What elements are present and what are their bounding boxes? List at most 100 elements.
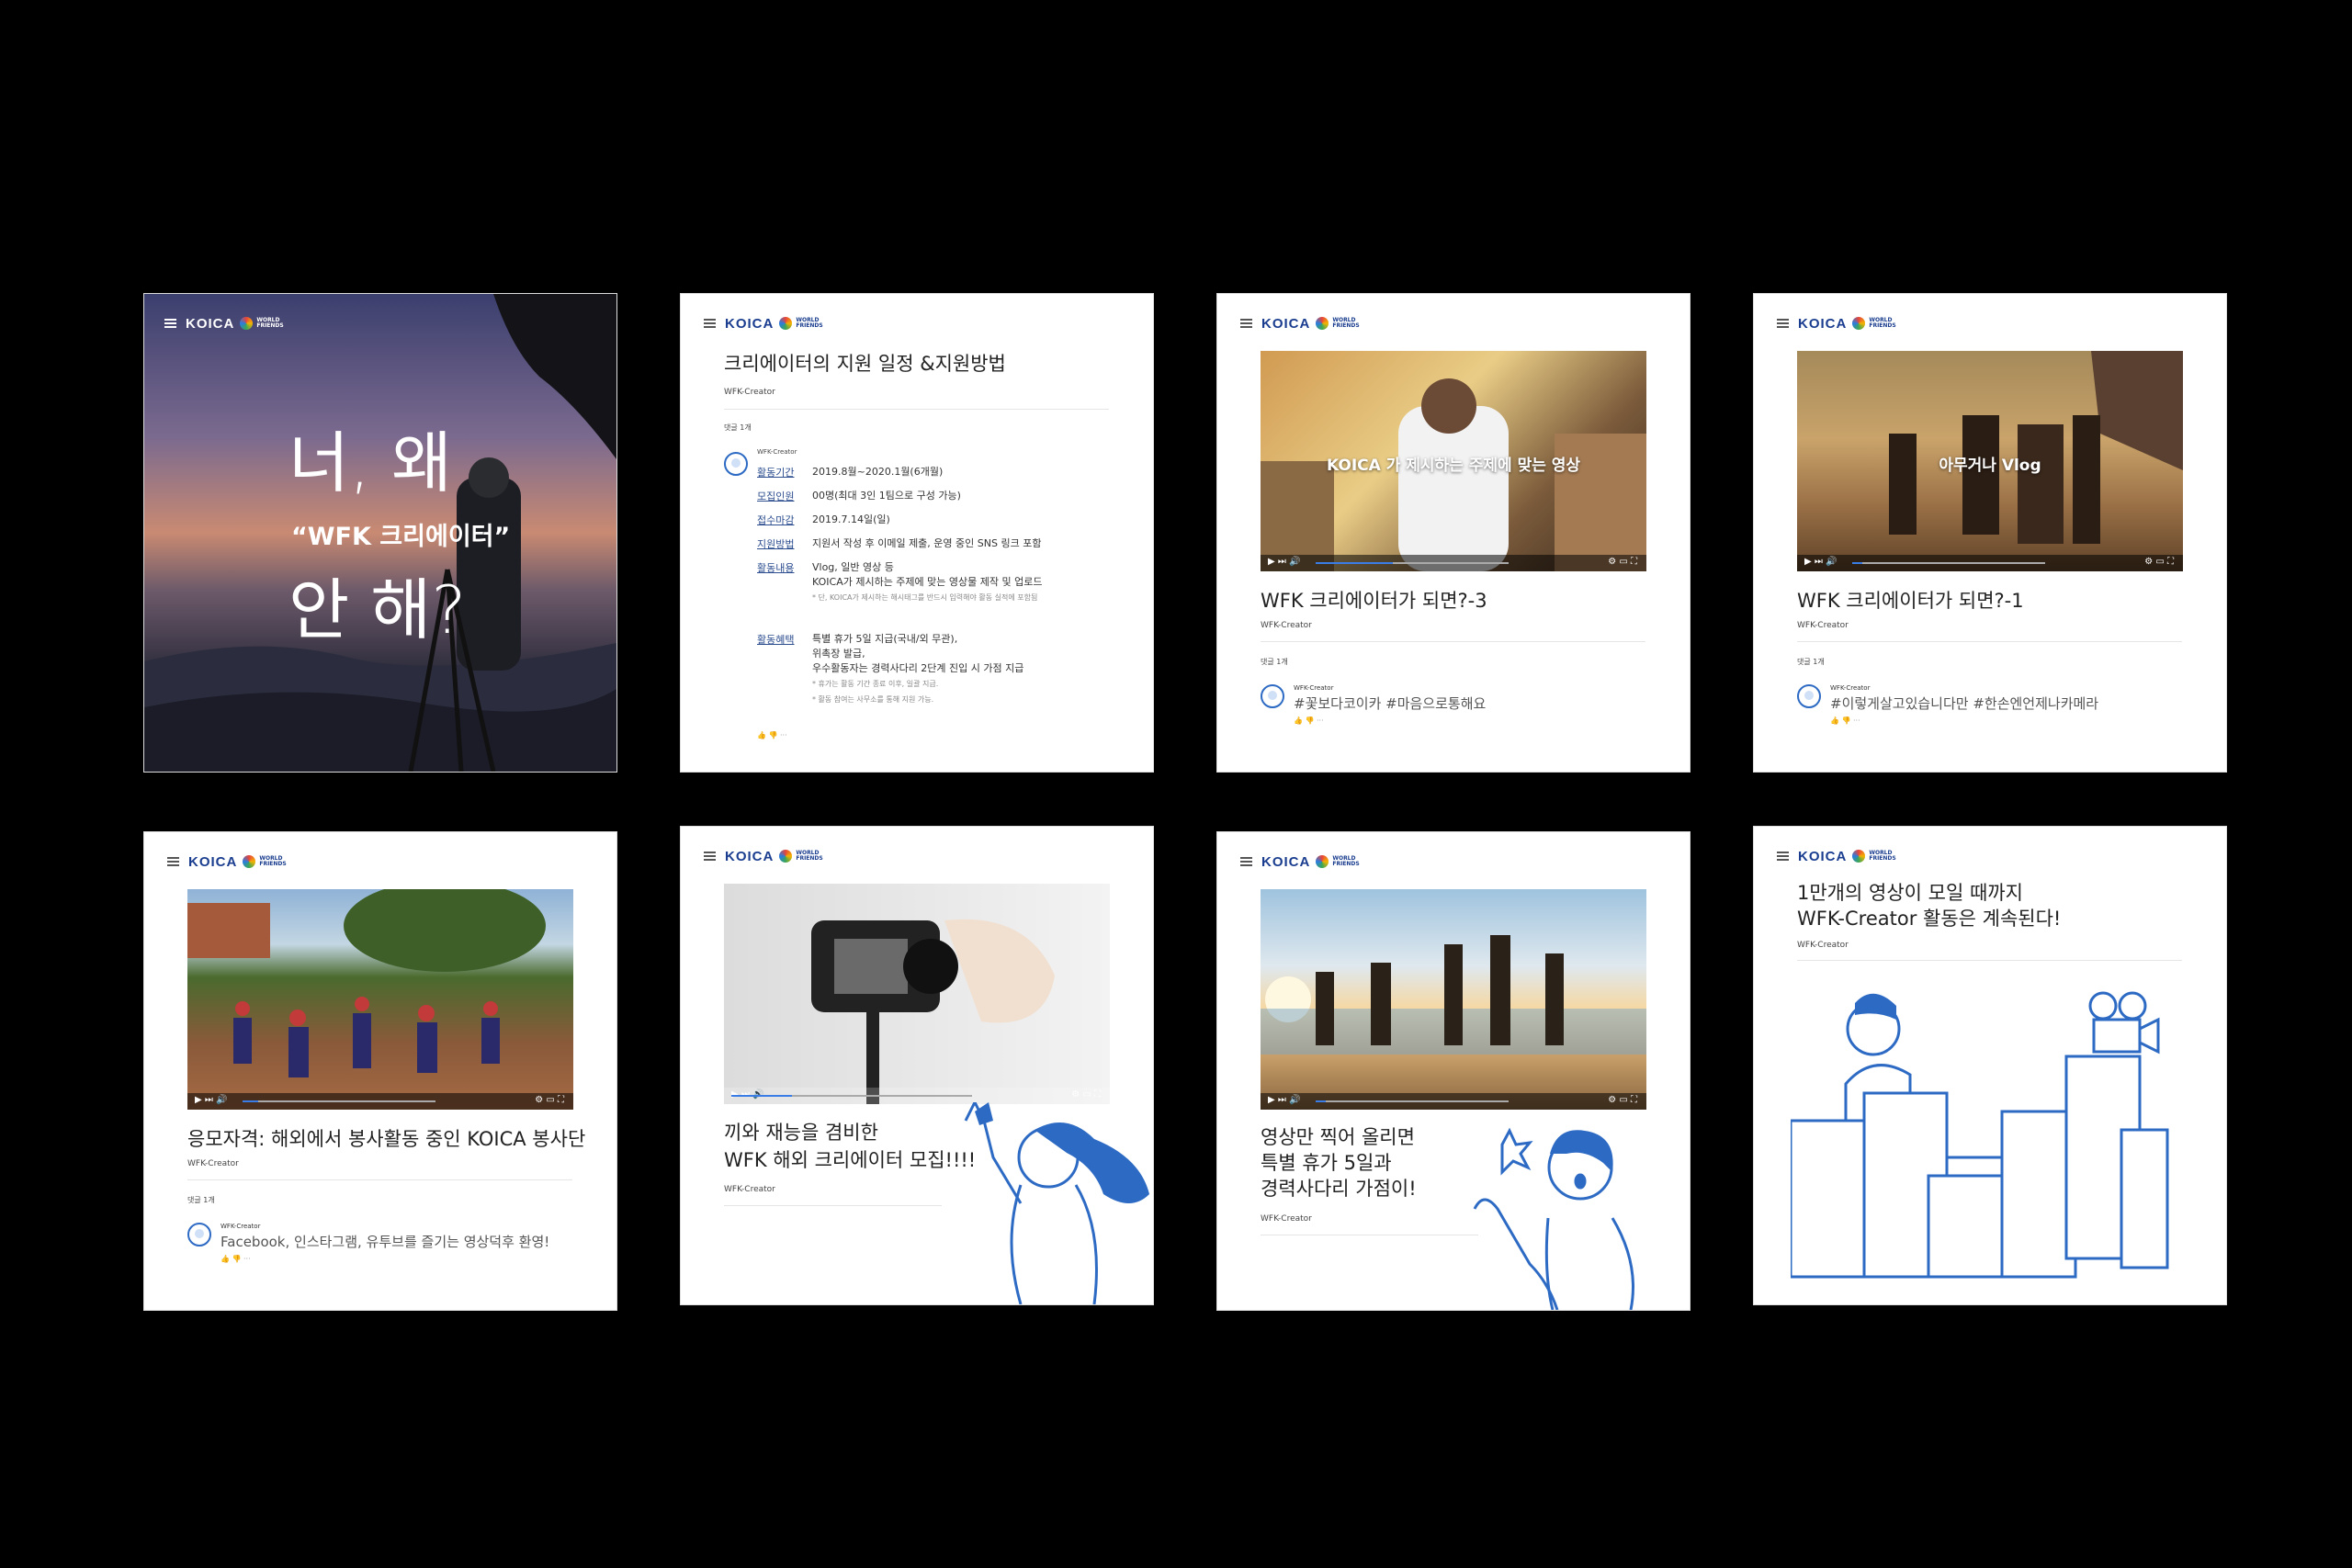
menu-icon[interactable] <box>704 852 716 861</box>
topbar: KOICA WORLD FRIENDS <box>704 847 823 865</box>
menu-icon[interactable] <box>1240 857 1252 866</box>
card-schedule: KOICA WORLD FRIENDS 크리에이터의 지원 일정 &지원방법 WFK… <box>681 294 1153 772</box>
koica-logo: KOICA WORLD FRIENDS <box>1261 315 1360 332</box>
video-overlay-text: KOICA 가 제시하는 주제에 맞는 영상 <box>1326 457 1581 475</box>
divider <box>1797 641 2182 642</box>
surprised-woman-illustration <box>1473 1127 1634 1310</box>
fullscreen-icon[interactable]: ⚙ ▭ ⛶ <box>535 1095 564 1105</box>
commenter-name: WFK-Creator <box>757 448 797 456</box>
boxes-camera-illustration <box>1791 991 2169 1279</box>
menu-icon[interactable] <box>164 319 176 328</box>
avatar <box>1261 684 1284 708</box>
comment: WFK-Creator #꽃보다코이카 #마음으로통해요 👍 👎 ··· <box>1261 684 1486 725</box>
hero-line2: “WFK 크리에이터” <box>291 523 511 551</box>
avatar <box>724 452 748 476</box>
info-row: 활동혜택 특별 휴가 5일 지급(국내/외 무관), 위촉장 발급, 우수활동자는 경… <box>757 633 1024 704</box>
card-video-1: KOICA WORLD FRIENDS 아무거나 Vlog ▶ ⏭ 🔊 ⚙ ▭ ⛶ W… <box>1754 294 2226 772</box>
menu-icon[interactable] <box>167 857 179 866</box>
koica-logo: KOICA WORLD FRIENDS <box>1798 848 1896 864</box>
menu-icon[interactable] <box>704 319 716 328</box>
menu-icon[interactable] <box>1240 319 1252 328</box>
topbar: KOICA WORLD FRIENDS <box>167 852 287 871</box>
play-icon[interactable]: ▶ ⏭ 🔊 <box>1268 557 1301 567</box>
divider <box>1261 641 1645 642</box>
video-frame <box>187 889 546 1077</box>
menu-icon[interactable] <box>1777 319 1789 328</box>
topbar: KOICA WORLD FRIENDS <box>1240 852 1360 871</box>
koica-logo: KOICA WORLD FRIENDS <box>725 315 823 332</box>
koica-logo: KOICA WORLD FRIENDS <box>186 315 284 332</box>
card-recruit: KOICAWORLDFRIENDS ▶ ⏭ 🔊⚙ ▭ ⛶ 끼와 재능을 겸비한W… <box>681 827 1153 1304</box>
video-controls[interactable]: ▶ ⏭ 🔊 ⚙ ▭ ⛶ <box>187 1093 573 1110</box>
video-controls[interactable]: ▶ ⏭ 🔊 ⚙ ▭ ⛶ <box>1261 555 1646 571</box>
video-player[interactable]: ▶ ⏭ 🔊⚙ ▭ ⛶ <box>724 884 1110 1104</box>
post-author: WFK-Creator <box>724 388 775 397</box>
hero-topbar: KOICA WORLD FRIENDS <box>164 314 284 333</box>
post-author: WFK-Creator <box>1261 1214 1312 1224</box>
video-frame <box>1261 935 1646 1055</box>
topbar: KOICA WORLD FRIENDS <box>704 314 823 333</box>
video-player[interactable]: 아무거나 Vlog ▶ ⏭ 🔊 ⚙ ▭ ⛶ <box>1797 351 2183 571</box>
divider <box>724 1205 942 1206</box>
like-buttons[interactable]: 👍 👎 ··· <box>220 1255 549 1263</box>
like-buttons[interactable]: 👍 👎 ··· <box>1830 716 2098 725</box>
info-row: 모집인원 00명(최대 3인 1팀으로 구성 가능) <box>757 490 961 502</box>
koica-logo: KOICA WORLD FRIENDS <box>1798 315 1896 332</box>
video-overlay-text: 아무거나 Vlog <box>1939 457 2041 475</box>
hero-line1: 너, 왜 <box>288 424 453 502</box>
video-controls[interactable]: ▶ ⏭ 🔊 ⚙ ▭ ⛶ <box>1797 555 2183 571</box>
post-author: WFK-Creator <box>1261 621 1312 630</box>
avatar <box>1797 684 1821 708</box>
post-title: WFK 크리에이터가 되면?-3 <box>1261 590 1487 612</box>
comment: WFK-Creator Facebook, 인스타그램, 유투브를 즐기는 영상덕… <box>187 1223 549 1263</box>
fullscreen-icon[interactable]: ⚙ ▭ ⛶ <box>1071 1089 1101 1100</box>
play-icon[interactable]: ▶ ⏭ 🔊 <box>1804 557 1838 567</box>
divider <box>1797 960 2182 961</box>
koica-logo: KOICA WORLD FRIENDS <box>188 853 287 870</box>
card-video-3: KOICA WORLD FRIENDS KOICA 가 제시하는 주제에 맞는 영상… <box>1217 294 1690 772</box>
video-frame <box>811 919 1055 1104</box>
comment: WFK-Creator #이렇게살고있습니다만 #한손엔언제나카메라 👍 👎 ··· <box>1797 684 2098 725</box>
comment-count: 댓글 1개 <box>187 1196 215 1204</box>
divider <box>724 409 1109 410</box>
info-row: 활동기간 2019.8월~2020.1월(6개월) <box>757 466 944 479</box>
topbar: KOICA WORLD FRIENDS <box>1777 847 1896 865</box>
info-row: 활동내용 Vlog, 일반 영상 등 KOICA가 제시하는 주제에 맞는 영상물 … <box>757 561 1043 602</box>
koica-logo: KOICA WORLD FRIENDS <box>725 848 823 864</box>
post-title: 응모자격: 해외에서 봉사활동 중인 KOICA 봉사단 <box>187 1128 586 1150</box>
fullscreen-icon[interactable]: ⚙ ▭ ⛶ <box>2144 557 2174 567</box>
post-title: 크리에이터의 지원 일정 &지원방법 <box>724 353 1006 375</box>
like-buttons[interactable]: 👍 👎 ··· <box>1294 716 1486 725</box>
comment-count: 댓글 1개 <box>724 423 752 432</box>
avatar <box>187 1223 211 1247</box>
fullscreen-icon[interactable]: ⚙ ▭ ⛶ <box>1608 1095 1637 1105</box>
koica-logo: KOICA WORLD FRIENDS <box>1261 853 1360 870</box>
fullscreen-icon[interactable]: ⚙ ▭ ⛶ <box>1608 557 1637 567</box>
cheering-woman-illustration <box>964 1102 1149 1304</box>
info-row: 지원방법 지원서 작성 후 이메일 제출, 운영 중인 SNS 링크 포함 <box>757 537 1042 550</box>
video-player[interactable]: ▶ ⏭ 🔊 ⚙ ▭ ⛶ <box>1261 889 1646 1110</box>
post-author: WFK-Creator <box>724 1185 775 1194</box>
hero-line3: 안 해? <box>288 571 467 649</box>
divider <box>187 1179 572 1180</box>
card-benefits: KOICA WORLD FRIENDS ▶ ⏭ 🔊 ⚙ ▭ ⛶ 영상만 찍어 올리면 특… <box>1217 832 1690 1310</box>
comment-count: 댓글 1개 <box>1261 658 1288 666</box>
card-continue: KOICA WORLD FRIENDS 1만개의 영상이 모일 때까지 WFK-Cre… <box>1754 827 2226 1304</box>
card-eligibility: KOICA WORLD FRIENDS ▶ ⏭ 🔊 ⚙ ▭ ⛶ 응모자격: 해외에서 … <box>144 832 616 1310</box>
video-player[interactable]: KOICA 가 제시하는 주제에 맞는 영상 ▶ ⏭ 🔊 ⚙ ▭ ⛶ <box>1261 351 1646 571</box>
post-title: 끼와 재능을 겸비한 WFK 해외 크리에이터 모집!!!! <box>724 1122 977 1171</box>
post-author: WFK-Creator <box>1797 941 1849 950</box>
card-hero: KOICA WORLD FRIENDS 너, 왜 “WFK 크리에이터” 안 해? <box>144 294 616 772</box>
menu-icon[interactable] <box>1777 852 1789 861</box>
video-player[interactable]: ▶ ⏭ 🔊 ⚙ ▭ ⛶ <box>187 889 573 1110</box>
video-controls[interactable]: ▶ ⏭ 🔊 ⚙ ▭ ⛶ <box>1261 1093 1646 1110</box>
post-author: WFK-Creator <box>1797 621 1849 630</box>
play-icon[interactable]: ▶ ⏭ 🔊 <box>1268 1095 1301 1105</box>
play-icon[interactable]: ▶ ⏭ 🔊 <box>195 1095 228 1105</box>
topbar: KOICA WORLD FRIENDS <box>1240 314 1360 333</box>
post-author: WFK-Creator <box>187 1159 239 1168</box>
like-buttons[interactable]: 👍 👎 ··· <box>757 731 787 739</box>
topbar: KOICA WORLD FRIENDS <box>1777 314 1896 333</box>
info-row: 접수마감 2019.7.14일(일) <box>757 513 890 526</box>
post-title: WFK 크리에이터가 되면?-1 <box>1797 590 2024 612</box>
